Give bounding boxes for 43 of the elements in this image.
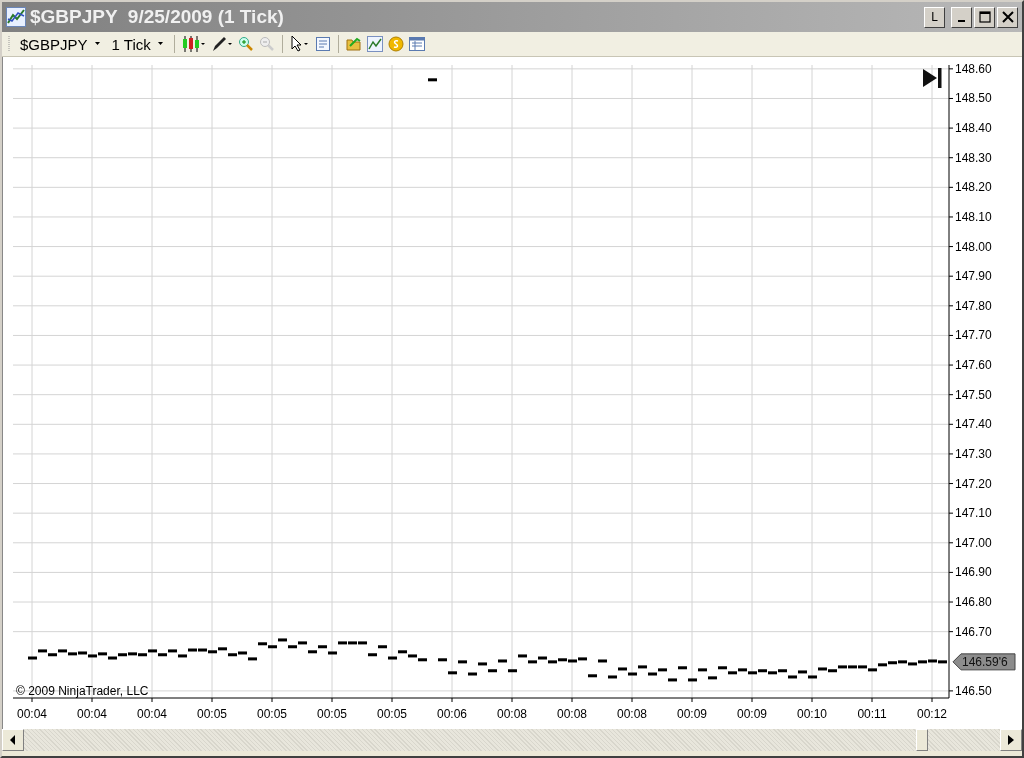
y-axis-label: 147.20 — [955, 476, 992, 491]
y-axis-label: 146.70 — [955, 624, 992, 639]
y-axis-label: 148.30 — [955, 150, 992, 165]
y-axis-label: 147.30 — [955, 446, 992, 461]
x-axis-label: 00:09 — [737, 707, 767, 721]
x-axis-label: 00:08 — [617, 707, 647, 721]
last-price-badge: 146.59'6 — [952, 653, 1016, 671]
x-axis-label: 00:10 — [797, 707, 827, 721]
x-axis-label: 00:12 — [917, 707, 947, 721]
y-axis-label: 146.80 — [955, 595, 992, 610]
y-axis-label: 147.10 — [955, 506, 992, 521]
layout-button[interactable]: L — [924, 6, 945, 28]
y-axis-label: 146.50 — [955, 683, 992, 698]
x-axis-label: 00:05 — [377, 707, 407, 721]
y-axis-label: 147.40 — [955, 417, 992, 432]
x-axis-label: 00:04 — [137, 707, 167, 721]
y-axis-label: 148.10 — [955, 209, 992, 224]
y-axis-label: 146.90 — [955, 565, 992, 580]
x-axis-label: 00:05 — [317, 707, 347, 721]
y-axis-label: 147.50 — [955, 387, 992, 402]
y-axis-label: 147.90 — [955, 269, 992, 284]
interval-dropdown[interactable]: 1 Tick — [108, 35, 167, 53]
x-axis-label: 00:08 — [557, 707, 587, 721]
y-axis-label: 148.50 — [955, 91, 992, 106]
window-title: $GBPJPY 9/25/2009 (1 Tick) — [30, 6, 284, 28]
y-axis-label: 147.60 — [955, 358, 992, 373]
y-axis-label: 148.60 — [955, 61, 992, 76]
y-axis-label: 147.80 — [955, 298, 992, 313]
x-axis-label: 00:05 — [197, 707, 227, 721]
y-axis-label: 148.20 — [955, 180, 992, 195]
x-axis-label: 00:09 — [677, 707, 707, 721]
x-axis-label: 00:05 — [257, 707, 287, 721]
copyright-text: © 2009 NinjaTrader, LLC — [16, 684, 149, 698]
y-axis-label: 148.00 — [955, 239, 992, 254]
x-axis-label: 00:06 — [437, 707, 467, 721]
x-axis-label: 00:11 — [857, 707, 887, 721]
y-axis-label: 148.40 — [955, 121, 992, 136]
y-axis-label: 147.00 — [955, 535, 992, 550]
instrument-dropdown[interactable]: $GBPJPY — [17, 35, 104, 53]
x-axis-label: 00:08 — [497, 707, 527, 721]
x-axis-label: 00:04 — [77, 707, 107, 721]
y-axis-label: 147.70 — [955, 328, 992, 343]
x-axis-label: 00:04 — [17, 707, 47, 721]
